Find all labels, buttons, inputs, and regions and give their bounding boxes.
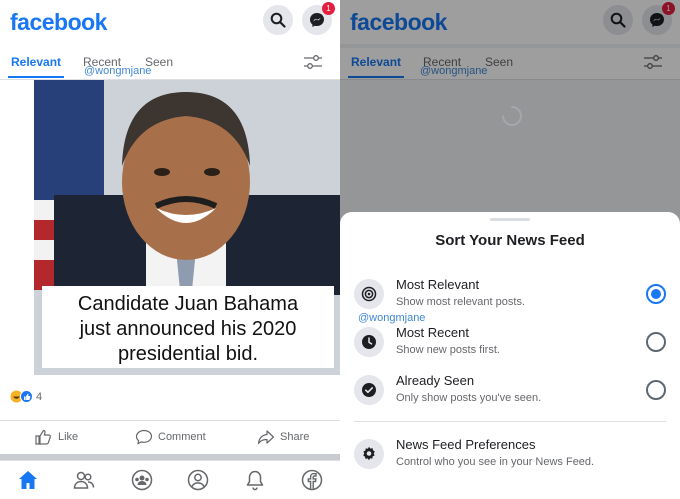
comment-button[interactable]: Comment	[135, 429, 206, 445]
gear-icon	[354, 439, 384, 469]
like-label: Like	[58, 431, 79, 443]
top-bar: facebook 1	[0, 0, 340, 44]
radio-unselected[interactable]	[646, 380, 666, 400]
post-image[interactable]: Candidate Juan Bahama just announced his…	[34, 80, 340, 375]
caption-line: Candidate Juan Bahama	[77, 293, 299, 315]
caption-line: just announced his 2020	[79, 318, 297, 340]
news-feed-preferences[interactable]: News Feed Preferences Control who you se…	[340, 432, 680, 478]
clock-icon	[354, 327, 384, 357]
share-button[interactable]: Share	[257, 429, 309, 445]
option-description: Show most relevant posts.	[396, 296, 526, 308]
active-tab-indicator	[8, 76, 64, 78]
facebook-icon[interactable]	[301, 469, 323, 491]
share-label: Share	[280, 431, 310, 443]
option-description: Show new posts first.	[396, 344, 500, 356]
filter-icon[interactable]	[303, 54, 323, 70]
share-icon	[257, 430, 275, 445]
sort-feed-sheet: Sort Your News Feed Most Relevant Show m…	[340, 212, 680, 499]
option-label: News Feed Preferences	[396, 437, 536, 452]
sheet-title: Sort Your News Feed	[435, 232, 585, 249]
feed-tabs: Relevant Recent Seen	[0, 48, 340, 80]
home-icon[interactable]	[17, 469, 39, 491]
search-icon	[270, 12, 286, 28]
option-most-recent[interactable]: Most Recent Show new posts first.	[340, 320, 680, 366]
sheet-drag-handle[interactable]	[490, 218, 530, 221]
news-feed-panel: facebook 1 Relevant Recent Seen @wongmja…	[0, 0, 340, 499]
option-description: Only show posts you've seen.	[396, 392, 542, 404]
option-label: Most Relevant	[396, 277, 480, 292]
divider	[354, 421, 666, 422]
reactions-summary[interactable]: 4	[10, 390, 42, 403]
option-already-seen[interactable]: Already Seen Only show posts you've seen…	[340, 368, 680, 414]
tab-relevant[interactable]: Relevant	[11, 55, 61, 69]
bottom-navigation	[0, 460, 340, 499]
search-button[interactable]	[263, 5, 293, 35]
reaction-count: 4	[36, 390, 43, 403]
target-icon	[354, 279, 384, 309]
post-caption: Candidate Juan Bahama just announced his…	[42, 286, 334, 368]
loading-spinner-icon	[502, 106, 522, 126]
like-reaction-icon	[20, 390, 33, 403]
watermark: @wongmjane	[84, 65, 152, 77]
check-circle-icon	[354, 375, 384, 405]
option-label: Already Seen	[396, 373, 475, 388]
post-actions: Like Comment Share	[0, 420, 340, 452]
caption-line: presidential bid.	[117, 343, 259, 365]
option-description: Control who you see in your News Feed.	[396, 456, 595, 468]
messenger-icon	[310, 13, 324, 27]
comment-icon	[135, 429, 153, 445]
option-label: Most Recent	[396, 325, 469, 340]
groups-icon[interactable]	[131, 469, 153, 491]
like-button[interactable]: Like	[35, 429, 78, 445]
friends-icon[interactable]	[73, 469, 95, 491]
thumbs-up-icon	[35, 429, 51, 445]
facebook-logo[interactable]: facebook	[10, 9, 107, 36]
sort-feed-panel: facebook 1 Relevant Recent Seen @wongmja…	[340, 0, 680, 499]
messenger-badge: 1	[322, 2, 335, 15]
messenger-button[interactable]: 1	[302, 2, 335, 35]
notifications-icon[interactable]	[244, 469, 266, 491]
radio-selected[interactable]	[646, 284, 666, 304]
comment-label: Comment	[158, 431, 206, 443]
radio-unselected[interactable]	[646, 332, 666, 352]
profile-icon[interactable]	[187, 469, 209, 491]
